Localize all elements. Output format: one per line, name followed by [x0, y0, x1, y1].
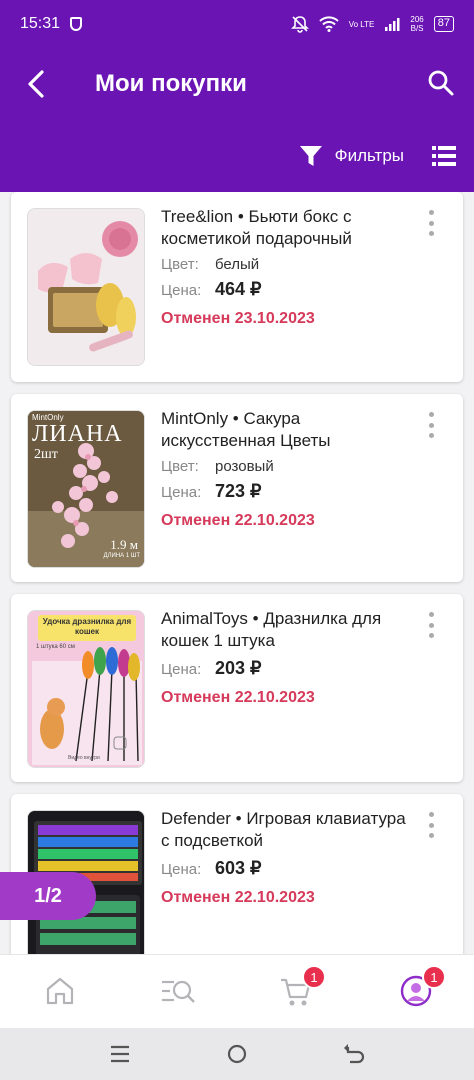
product-name[interactable]: MintOnly • Сакура искусственная Цветы	[161, 408, 406, 452]
thumb-subtitle: 1 штука 60 см	[36, 644, 75, 650]
price-value: 723 ₽	[215, 481, 262, 501]
nav-cart[interactable]: 1	[278, 965, 326, 1009]
mute-bell-icon	[290, 16, 309, 33]
price-value: 603 ₽	[215, 858, 262, 878]
product-price-row: Цена: 464 ₽	[161, 279, 406, 300]
product-price-row: Цена: 603 ₽	[161, 858, 406, 879]
page-indicator: 1/2	[0, 872, 96, 920]
more-options-icon[interactable]	[421, 210, 441, 236]
color-value: розовый	[215, 458, 274, 475]
battery-indicator: 87	[433, 16, 454, 32]
wifi-icon	[319, 16, 339, 32]
thumb-size-sub: ДЛИНА 1 ШТ	[103, 553, 140, 559]
product-image[interactable]	[27, 208, 145, 366]
status-bar: 15:31 Vo LTE 206 B/S 87	[0, 0, 474, 48]
price-label: Цена:	[161, 661, 202, 678]
purchase-card[interactable]: Tree&lion • Бьюти бокс с косметикой пода…	[11, 192, 463, 382]
system-navigation-bar	[0, 1028, 474, 1080]
product-info: MintOnly • Сакура искусственная Цветы Цв…	[161, 408, 406, 530]
list-view-icon[interactable]	[432, 146, 456, 166]
product-name[interactable]: Defender • Игровая клавиатура с подсветк…	[161, 808, 406, 852]
product-color-row: Цвет: белый	[161, 256, 406, 273]
shield-icon	[70, 17, 83, 31]
color-value: белый	[215, 256, 260, 273]
home-icon	[46, 977, 74, 1005]
network-speed: 206 B/S	[410, 15, 424, 33]
purchase-card[interactable]: MintOnly ЛИАНА 2шт 1.9 м ДЛИНА 1 ШТ Mint…	[11, 394, 463, 582]
more-options-icon[interactable]	[421, 612, 441, 638]
thumb-subtitle: 2шт	[34, 447, 58, 462]
recent-apps-icon[interactable]	[108, 1042, 132, 1066]
signal-icon	[385, 18, 400, 31]
filter-label: Фильтры	[334, 146, 404, 165]
page-title: Мои покупки	[95, 70, 247, 97]
product-image[interactable]: Удочка дразнилка для кошек 1 штука 60 см…	[27, 610, 145, 768]
filter-button[interactable]: Фильтры	[299, 144, 404, 168]
order-status: Отменен 22.10.2023	[161, 889, 315, 906]
status-time: 15:31	[20, 15, 61, 32]
color-label: Цвет:	[161, 458, 199, 475]
search-icon[interactable]	[426, 68, 456, 98]
product-image[interactable]: MintOnly ЛИАНА 2шт 1.9 м ДЛИНА 1 ШТ	[27, 410, 145, 568]
thumb-size: 1.9 м	[110, 537, 138, 552]
product-name[interactable]: Tree&lion • Бьюти бокс с косметикой пода…	[161, 206, 406, 250]
price-label: Цена:	[161, 282, 202, 299]
thumb-title: Удочка дразнилка для кошек	[42, 617, 132, 636]
thumb-title: ЛИАНА	[32, 421, 123, 447]
home-circle-icon[interactable]	[225, 1042, 249, 1066]
product-name[interactable]: AnimalToys • Дразнилка для кошек 1 штука	[161, 608, 406, 652]
product-price-row: Цена: 203 ₽	[161, 658, 406, 679]
nav-catalog[interactable]	[160, 973, 196, 1009]
app-header: Мои покупки Фильтры	[0, 48, 474, 192]
thumb-note: Видео внутри	[68, 755, 100, 761]
color-label: Цвет:	[161, 256, 199, 273]
price-value: 203 ₽	[215, 658, 262, 678]
price-label: Цена:	[161, 484, 202, 501]
order-status: Отменен 22.10.2023	[161, 512, 315, 529]
status-icons: Vo LTE 206 B/S 87	[290, 15, 454, 33]
more-options-icon[interactable]	[421, 412, 441, 438]
product-info: AnimalToys • Дразнилка для кошек 1 штука…	[161, 608, 406, 707]
purchases-list[interactable]: Tree&lion • Бьюти бокс с косметикой пода…	[0, 192, 474, 954]
profile-badge: 1	[422, 965, 446, 989]
product-color-row: Цвет: розовый	[161, 458, 406, 475]
lte-label: Vo LTE	[348, 19, 375, 29]
order-status: Отменен 22.10.2023	[161, 689, 315, 706]
filter-funnel-icon	[299, 146, 322, 166]
price-label: Цена:	[161, 861, 202, 878]
product-info: Defender • Игровая клавиатура с подсветк…	[161, 808, 406, 907]
cart-badge: 1	[302, 965, 326, 989]
catalog-search-icon	[162, 980, 195, 1003]
product-price-row: Цена: 723 ₽	[161, 481, 406, 502]
back-arrow-icon[interactable]	[20, 66, 56, 102]
back-icon[interactable]	[342, 1042, 366, 1066]
nav-profile[interactable]: 1	[398, 965, 446, 1009]
nav-home[interactable]	[42, 973, 78, 1009]
bottom-navigation: 1 1	[0, 954, 474, 1028]
more-options-icon[interactable]	[421, 812, 441, 838]
order-status: Отменен 23.10.2023	[161, 310, 315, 327]
product-info: Tree&lion • Бьюти бокс с косметикой пода…	[161, 206, 406, 328]
price-value: 464 ₽	[215, 279, 262, 299]
purchase-card[interactable]: Удочка дразнилка для кошек 1 штука 60 см…	[11, 594, 463, 782]
